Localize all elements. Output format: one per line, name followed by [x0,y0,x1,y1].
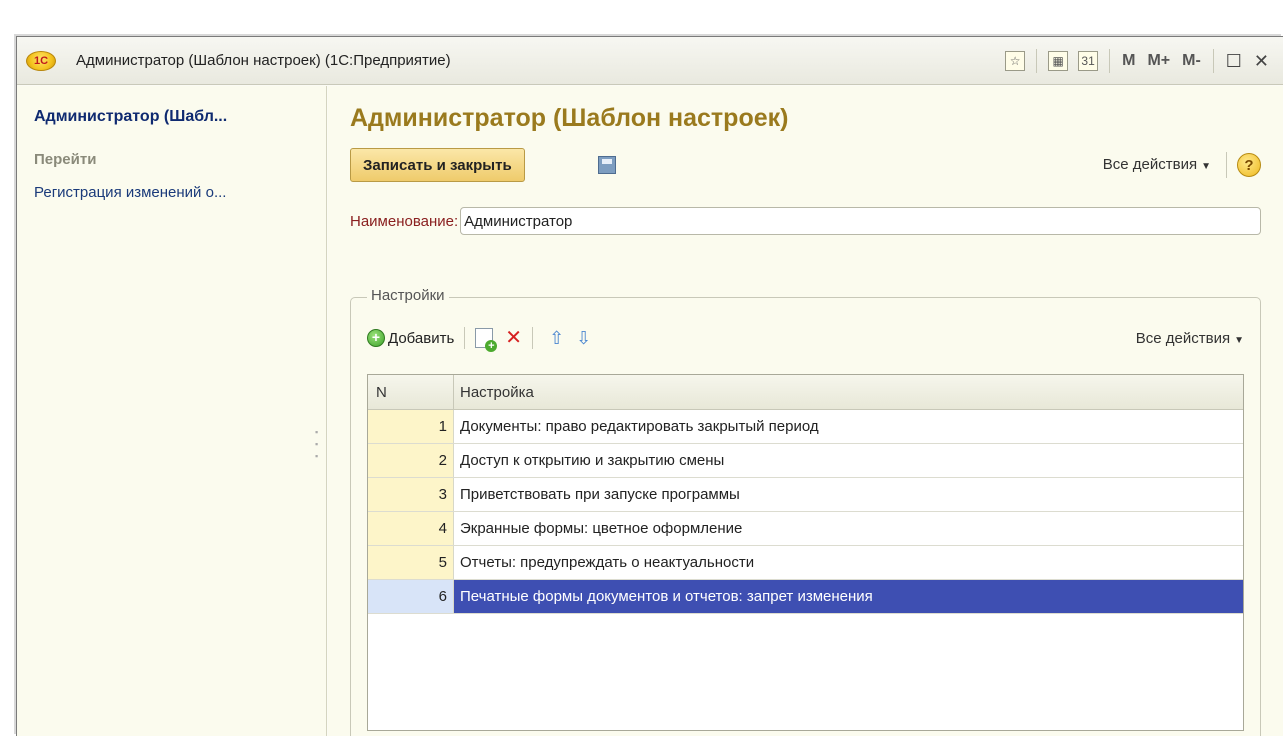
row-number: 4 [368,512,454,545]
name-label: Наименование: [350,212,459,230]
divider [1036,49,1038,73]
row-number: 5 [368,546,454,579]
memory-minus-button[interactable]: M- [1182,52,1201,70]
table-row[interactable]: 4 Экранные формы: цветное оформление [368,512,1243,546]
move-up-icon[interactable]: ⇧ [549,328,564,348]
app-window: 1С Администратор (Шаблон настроек) (1С:П… [16,36,1283,736]
row-setting: Отчеты: предупреждать о неактуальности [460,554,755,571]
chevron-down-icon: ▼ [1234,334,1244,346]
row-setting: Документы: право редактировать закрытый … [460,418,819,435]
name-row: Наименование: [350,207,1261,235]
table-row[interactable]: 5 Отчеты: предупреждать о неактуальности [368,546,1243,580]
move-down-icon[interactable]: ⇩ [576,328,591,348]
chevron-down-icon: ▼ [1201,161,1211,172]
panel-resize-handle[interactable]: ▪ ▪ ▪ [315,426,318,462]
save-and-close-button[interactable]: Записать и закрыть [350,148,525,182]
window-title: Администратор (Шаблон настроек) (1С:Пред… [76,52,451,69]
table-header: N Настройка [368,375,1243,410]
column-header-n[interactable]: N [368,375,454,409]
table-row[interactable]: 3 Приветствовать при запуске программы [368,478,1243,512]
app-logo-icon[interactable]: 1С [26,50,56,71]
save-icon[interactable] [598,156,616,174]
star-icon[interactable]: ☆ [1005,51,1026,71]
nav-section-goto: Перейти [34,151,97,168]
calculator-icon[interactable]: ▦ [1048,51,1069,71]
row-number: 6 [368,580,454,613]
form-area: Администратор (Шаблон настроек) Записать… [328,86,1283,736]
all-actions-label: Все действия [1102,156,1198,173]
copy-icon[interactable] [475,328,498,352]
add-icon: + [367,329,385,347]
all-actions-menu[interactable]: Все действия ▼ [1103,156,1211,173]
memory-m-button[interactable]: M [1122,52,1135,70]
row-setting: Приветствовать при запуске программы [460,486,740,503]
add-label: Добавить [388,329,455,347]
calendar-icon[interactable]: 31 [1078,51,1099,71]
row-number: 1 [368,410,454,443]
divider [1109,49,1111,73]
settings-all-actions-label: Все действия [1135,329,1231,347]
title-tools: ☆ ▦ 31 M M+ M- ☐ ✕ [1000,37,1275,85]
row-setting: Экранные формы: цветное оформление [460,520,743,537]
maximize-icon[interactable]: ☐ [1226,51,1242,72]
column-header-setting[interactable]: Настройка [454,375,1243,409]
divider [1226,152,1227,178]
settings-all-actions-menu[interactable]: Все действия ▼ [1136,330,1244,347]
close-icon[interactable]: ✕ [1254,51,1269,72]
help-icon[interactable]: ? [1237,153,1261,177]
navigation-panel: Администратор (Шабл... Перейти Регистрац… [17,86,327,736]
row-number: 2 [368,444,454,477]
settings-group: Настройки + Добавить ✕ ⇧ ⇩ Все действия▼… [350,287,1261,736]
divider [532,327,534,349]
table-row-selected[interactable]: 6 Печатные формы документов и отчетов: з… [368,580,1243,614]
delete-icon[interactable]: ✕ [505,328,522,348]
nav-title[interactable]: Администратор (Шабл... [34,108,227,126]
divider [1212,49,1214,73]
settings-group-label: Настройки [367,287,449,304]
title-bar: 1С Администратор (Шаблон настроек) (1С:П… [17,37,1283,85]
settings-toolbar: + Добавить ✕ ⇧ ⇩ Все действия▼ [367,325,1244,352]
table-row[interactable]: 2 Доступ к открытию и закрытию смены [368,444,1243,478]
memory-plus-button[interactable]: M+ [1147,52,1170,70]
settings-table: N Настройка 1 Документы: право редактиро… [367,374,1244,731]
nav-link-change-registration[interactable]: Регистрация изменений о... [34,184,226,201]
name-input[interactable] [460,207,1261,235]
divider [464,327,466,349]
table-row[interactable]: 1 Документы: право редактировать закрыты… [368,410,1243,444]
row-setting: Печатные формы документов и отчетов: зап… [454,580,1243,613]
row-setting: Доступ к открытию и закрытию смены [460,452,725,469]
add-button[interactable]: + Добавить [367,329,454,347]
page-title: Администратор (Шаблон настроек) [350,104,789,132]
row-number: 3 [368,478,454,511]
